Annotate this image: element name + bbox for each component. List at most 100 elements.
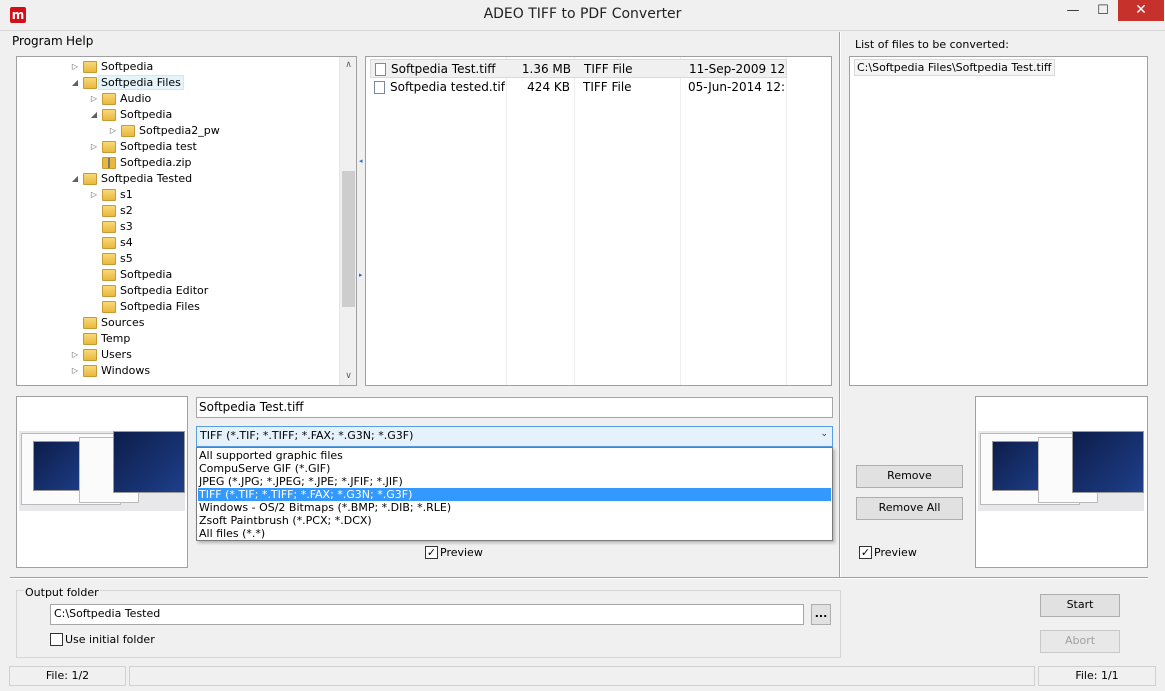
file-row[interactable]: Softpedia tested.tiff 424 KB TIFF File 05-J…	[370, 78, 787, 97]
file-size: 424 KB	[527, 80, 570, 94]
tree-item[interactable]: ◢ Softpedia Files	[69, 75, 184, 91]
status-bar: File: 1/2 File: 1/1	[0, 663, 1165, 691]
preview-thumbnail-image	[978, 431, 1144, 511]
preview-label-right: Preview	[874, 546, 917, 559]
dropdown-option[interactable]: Zsoft Paintbrush (*.PCX; *.DCX)	[198, 514, 831, 527]
tree-item-label: Softpedia.zip	[120, 156, 192, 169]
expand-arrow-icon[interactable]: ▷	[88, 91, 100, 107]
splitter-left-icon[interactable]: ◂	[359, 158, 363, 165]
tree-item-label: Temp	[101, 332, 131, 345]
convert-list-item[interactable]: C:\Softpedia Files\Softpedia Test.tiff	[854, 59, 1055, 76]
tree-item-label: Softpedia2_pw	[139, 124, 220, 137]
menu-program[interactable]: Program	[12, 34, 63, 48]
file-type-select[interactable]: TIFF (*.TIF; *.TIFF; *.FAX; *.G3N; *.G3F…	[196, 426, 833, 447]
panel-divider	[839, 32, 841, 577]
tree-scrollbar[interactable]: ∧ ∨	[339, 57, 356, 385]
folder-icon	[102, 141, 116, 153]
status-middle	[129, 666, 1035, 686]
file-type-dropdown[interactable]: All supported graphic files CompuServe GI…	[196, 447, 833, 541]
expand-arrow-icon[interactable]: ▷	[69, 347, 81, 363]
preview-right	[975, 396, 1148, 568]
maximize-button[interactable]: ☐	[1088, 0, 1118, 21]
tree-item[interactable]: s4	[88, 235, 133, 251]
tree-item[interactable]: s3	[88, 219, 133, 235]
close-button[interactable]: ✕	[1118, 0, 1164, 21]
remove-all-button[interactable]: Remove All	[856, 497, 963, 520]
zip-folder-icon	[102, 157, 116, 169]
filename-field[interactable]: Softpedia Test.tiff	[196, 397, 833, 418]
chevron-down-icon[interactable]: ⌄	[820, 429, 828, 439]
preview-thumbnail-image	[19, 431, 185, 511]
tree-item[interactable]: Softpedia Editor	[88, 283, 208, 299]
expand-arrow-icon[interactable]: ▷	[88, 139, 100, 155]
dropdown-option[interactable]: CompuServe GIF (*.GIF)	[198, 462, 831, 475]
scroll-thumb[interactable]	[342, 171, 355, 307]
tree-item[interactable]: ◢ Softpedia Tested	[69, 171, 192, 187]
tree-item[interactable]: ▷ Softpedia2_pw	[107, 123, 220, 139]
collapse-arrow-icon[interactable]: ◢	[69, 171, 81, 187]
tree-item[interactable]: s2	[88, 203, 133, 219]
file-type: TIFF File	[583, 80, 632, 94]
expand-arrow-icon[interactable]: ▷	[69, 363, 81, 379]
file-row[interactable]: Softpedia Test.tiff 1.36 MB TIFF File 11-Se…	[370, 59, 787, 78]
minimize-button[interactable]: —	[1058, 0, 1088, 21]
dropdown-option[interactable]: Windows - OS/2 Bitmaps (*.BMP; *.DIB; *.…	[198, 501, 831, 514]
dropdown-option[interactable]: TIFF (*.TIF; *.TIFF; *.FAX; *.G3N; *.G3F…	[198, 488, 831, 501]
tree-item[interactable]: Softpedia.zip	[88, 155, 192, 171]
use-initial-folder-checkbox[interactable]	[50, 633, 63, 646]
window-title: ADEO TIFF to PDF Converter	[483, 6, 682, 22]
tree-item-label: Softpedia	[120, 268, 173, 281]
tree-item[interactable]: Softpedia Files	[88, 299, 200, 315]
output-folder-input[interactable]: C:\Softpedia Tested	[50, 604, 804, 625]
folder-icon	[83, 317, 97, 329]
collapse-arrow-icon[interactable]: ◢	[88, 107, 100, 123]
scroll-down-arrow-icon[interactable]: ∨	[340, 368, 356, 385]
tree-item-label: Softpedia	[101, 60, 154, 73]
tree-item[interactable]: ▷ Windows	[69, 363, 150, 379]
tree-item-label: s5	[120, 252, 133, 265]
tree-item[interactable]: ▷ Audio	[88, 91, 151, 107]
tree-item[interactable]: s5	[88, 251, 133, 267]
splitter-right-icon[interactable]: ▸	[359, 272, 363, 279]
file-date: 11-Sep-2009 12...	[689, 62, 786, 76]
folder-icon	[83, 333, 97, 345]
abort-button[interactable]: Abort	[1040, 630, 1120, 653]
column-separator	[506, 57, 507, 385]
file-type: TIFF File	[584, 62, 633, 76]
tree-item[interactable]: Temp	[69, 331, 130, 347]
tree-item[interactable]: ▷ Softpedia test	[88, 139, 197, 155]
convert-list[interactable]: C:\Softpedia Files\Softpedia Test.tiff	[849, 56, 1148, 386]
collapse-arrow-icon[interactable]: ◢	[69, 75, 81, 91]
preview-checkbox-left[interactable]: ✓	[425, 546, 438, 559]
panel-splitter[interactable]: ◂ ▸	[357, 155, 365, 285]
tree-item[interactable]: ▷ Softpedia	[69, 59, 153, 75]
tree-item[interactable]: Softpedia	[88, 267, 172, 283]
tiff-file-icon	[374, 81, 385, 94]
preview-left	[16, 396, 188, 568]
dropdown-option[interactable]: All supported graphic files	[198, 449, 831, 462]
folder-tree[interactable]: ▷ Softpedia ◢ Softpedia Files ▷ Audio ◢ Softped…	[16, 56, 357, 386]
dropdown-option[interactable]: All files (*.*)	[198, 527, 831, 540]
tree-item-label: s3	[120, 220, 133, 233]
tree-item-label: Softpedia Tested	[101, 172, 193, 185]
browse-button[interactable]: ...	[811, 604, 831, 625]
tree-item[interactable]: ▷ Users	[69, 347, 132, 363]
start-button[interactable]: Start	[1040, 594, 1120, 617]
preview-checkbox-right[interactable]: ✓	[859, 546, 872, 559]
tree-item[interactable]: ▷ s1	[88, 187, 133, 203]
dropdown-option[interactable]: JPEG (*.JPG; *.JPEG; *.JPE; *.JFIF; *.JI…	[198, 475, 831, 488]
folder-icon	[102, 205, 116, 217]
tree-item-label: Audio	[120, 92, 152, 105]
expand-arrow-icon[interactable]: ▷	[69, 59, 81, 75]
file-list[interactable]: Softpedia Test.tiff 1.36 MB TIFF File 11-Se…	[365, 56, 832, 386]
tree-item[interactable]: Sources	[69, 315, 145, 331]
tiff-file-icon	[375, 63, 386, 76]
tree-item-label: Users	[101, 348, 132, 361]
menu-help[interactable]: Help	[66, 34, 93, 48]
expand-arrow-icon[interactable]: ▷	[88, 187, 100, 203]
status-file-count-right: File: 1/1	[1038, 666, 1156, 686]
scroll-up-arrow-icon[interactable]: ∧	[340, 57, 356, 74]
expand-arrow-icon[interactable]: ▷	[107, 123, 119, 139]
tree-item[interactable]: ◢ Softpedia	[88, 107, 172, 123]
remove-button[interactable]: Remove	[856, 465, 963, 488]
